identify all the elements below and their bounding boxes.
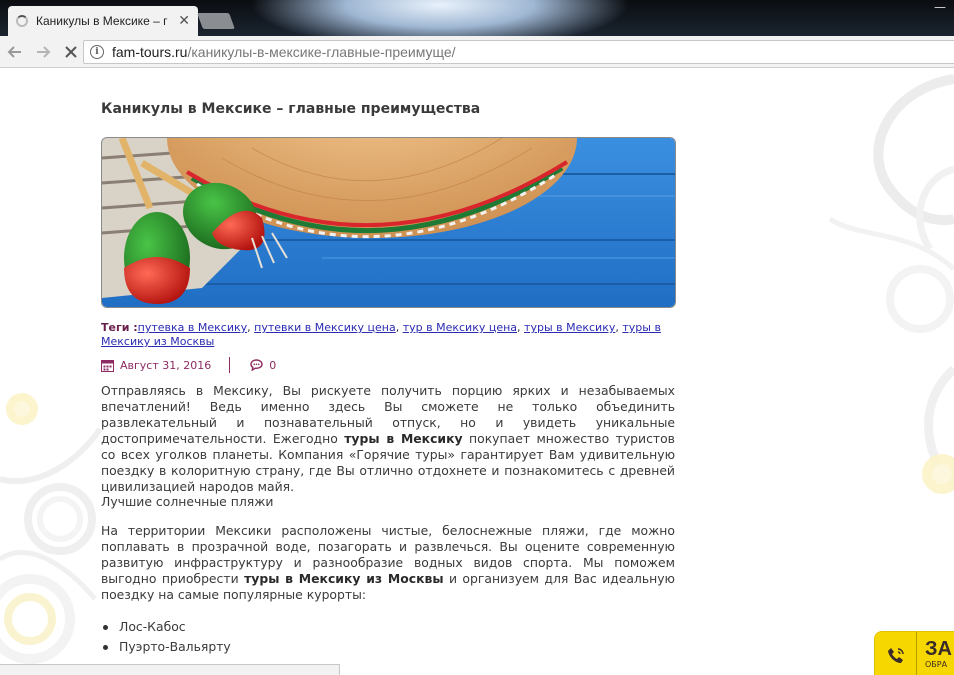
article-tags: Теги :путевка в Мексику, путевки в Мекси… — [101, 321, 661, 348]
stop-icon — [65, 45, 77, 58]
article-hero-image — [101, 137, 676, 308]
tag-link[interactable]: путевки в Мексику цена — [254, 321, 396, 334]
forward-button[interactable] — [30, 39, 56, 65]
comments-count[interactable]: 0 — [269, 359, 276, 372]
list-item: Пуэрто-Вальярту — [101, 639, 231, 659]
floral-decoration-right — [828, 74, 954, 494]
callback-phone-button[interactable] — [875, 632, 917, 675]
new-tab-button[interactable] — [197, 13, 235, 29]
loading-spinner-icon — [16, 15, 28, 27]
tabstrip-background — [250, 0, 630, 36]
tag-link[interactable]: туры в Мексику — [524, 321, 615, 334]
browser-tabstrip: Каникулы в Мексике – г ✕ — — [0, 0, 954, 36]
window-controls[interactable]: — — [934, 0, 946, 14]
address-bar[interactable]: i fam-tours.ru/каникулы-в-мексике-главны… — [83, 40, 954, 64]
callback-subtitle: ОБРА — [925, 660, 948, 669]
comments-icon — [250, 359, 263, 371]
mexico-sombrero-maracas-image — [102, 138, 675, 307]
url-host: fam-tours.ru — [112, 44, 188, 60]
post-date: Август 31, 2016 — [120, 358, 212, 372]
web-page: Каникулы в Мексике – главные преимуществ… — [0, 69, 954, 675]
article-meta: Август 31, 2016 0 — [101, 357, 276, 373]
calendar-icon — [101, 359, 114, 372]
beaches-paragraph: На территории Мексики расположены чистые… — [101, 523, 675, 603]
callback-label[interactable]: ЗА ОБРА — [917, 632, 952, 675]
intro-paragraph: Отправляясь в Мексику, Вы рискуете получ… — [101, 383, 675, 495]
close-tab-icon[interactable]: ✕ — [178, 13, 190, 29]
back-arrow-icon — [7, 45, 21, 58]
bold-keyword: туры в Мексику — [344, 431, 463, 446]
tab-title: Каникулы в Мексике – г — [36, 14, 168, 28]
site-info-icon[interactable]: i — [90, 45, 104, 59]
floral-decoration-left — [0, 393, 103, 664]
browser-toolbar: i fam-tours.ru/каникулы-в-мексике-главны… — [0, 36, 954, 68]
forward-arrow-icon — [37, 45, 51, 58]
section-heading-beaches: Лучшие солнечные пляжи — [101, 494, 274, 509]
article-title: Каникулы в Мексике – главные преимуществ… — [101, 101, 481, 117]
browser-status-bar — [0, 664, 340, 675]
stop-loading-button[interactable] — [58, 39, 84, 65]
meta-separator — [229, 357, 231, 373]
tag-link[interactable]: путевка в Мексику — [138, 321, 247, 334]
phone-icon — [887, 648, 904, 663]
list-item: Лос-Кабос — [101, 619, 231, 639]
tag-link[interactable]: тур в Мексику цена — [403, 321, 517, 334]
url-text[interactable]: fam-tours.ru/каникулы-в-мексике-главные-… — [112, 44, 456, 60]
back-button[interactable] — [2, 39, 28, 65]
bold-keyword: туры в Мексику из Москвы — [244, 571, 444, 586]
browser-tab[interactable]: Каникулы в Мексике – г ✕ — [8, 6, 198, 36]
callback-widget[interactable]: ЗА ОБРА — [874, 631, 954, 675]
tags-label: Теги : — [101, 321, 138, 334]
resorts-list: Лос-Кабос Пуэрто-Вальярту — [101, 619, 231, 659]
url-path: /каникулы-в-мексике-главные-преимуще/ — [187, 44, 456, 60]
callback-title: ЗА — [925, 638, 952, 660]
